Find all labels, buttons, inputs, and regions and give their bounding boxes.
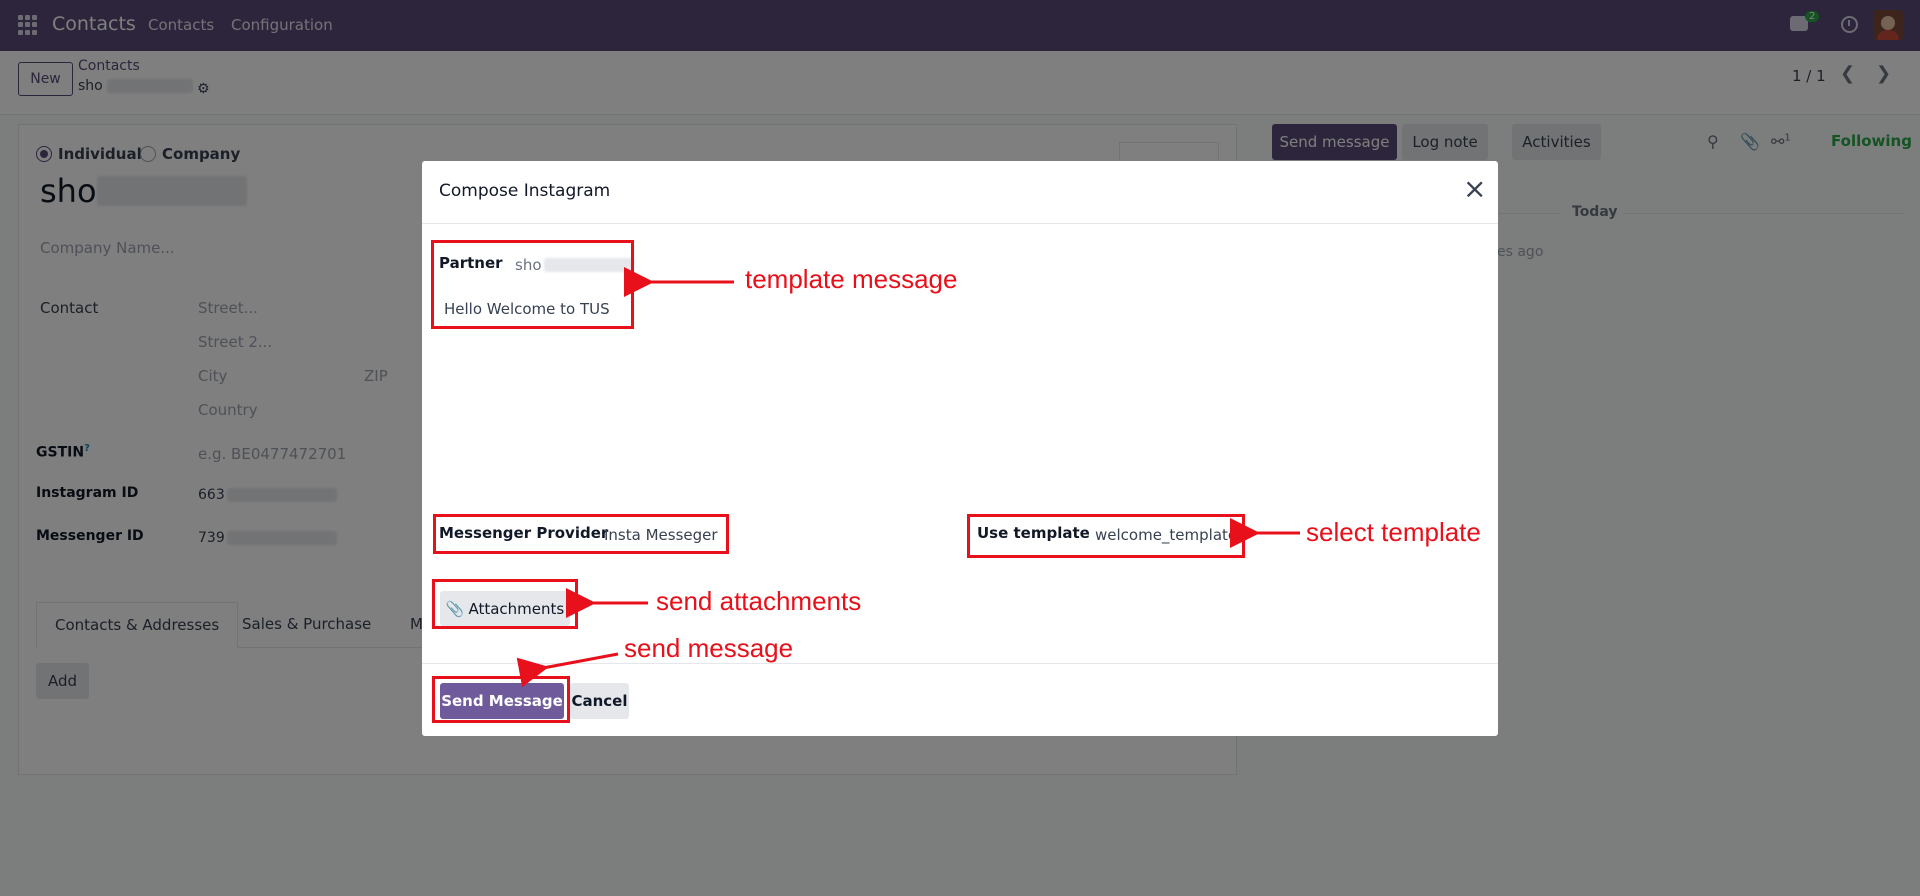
modal-header: Compose Instagram × (422, 161, 1498, 224)
annotation-box-provider (433, 514, 729, 554)
cancel-button[interactable]: Cancel (570, 683, 629, 719)
annotation-send-attachments: send attachments (656, 586, 862, 616)
annotation-select-template: select template (1306, 517, 1481, 547)
modal-title: Compose Instagram (439, 181, 611, 201)
annotation-box-template (967, 514, 1245, 558)
annotation-send-message: send message (624, 633, 794, 663)
close-icon[interactable]: × (1463, 175, 1486, 203)
annotation-template-message: template message (745, 264, 958, 294)
annotation-box-attachments (432, 579, 578, 629)
annotation-box-template-message (431, 240, 634, 329)
annotation-box-send (432, 676, 570, 723)
